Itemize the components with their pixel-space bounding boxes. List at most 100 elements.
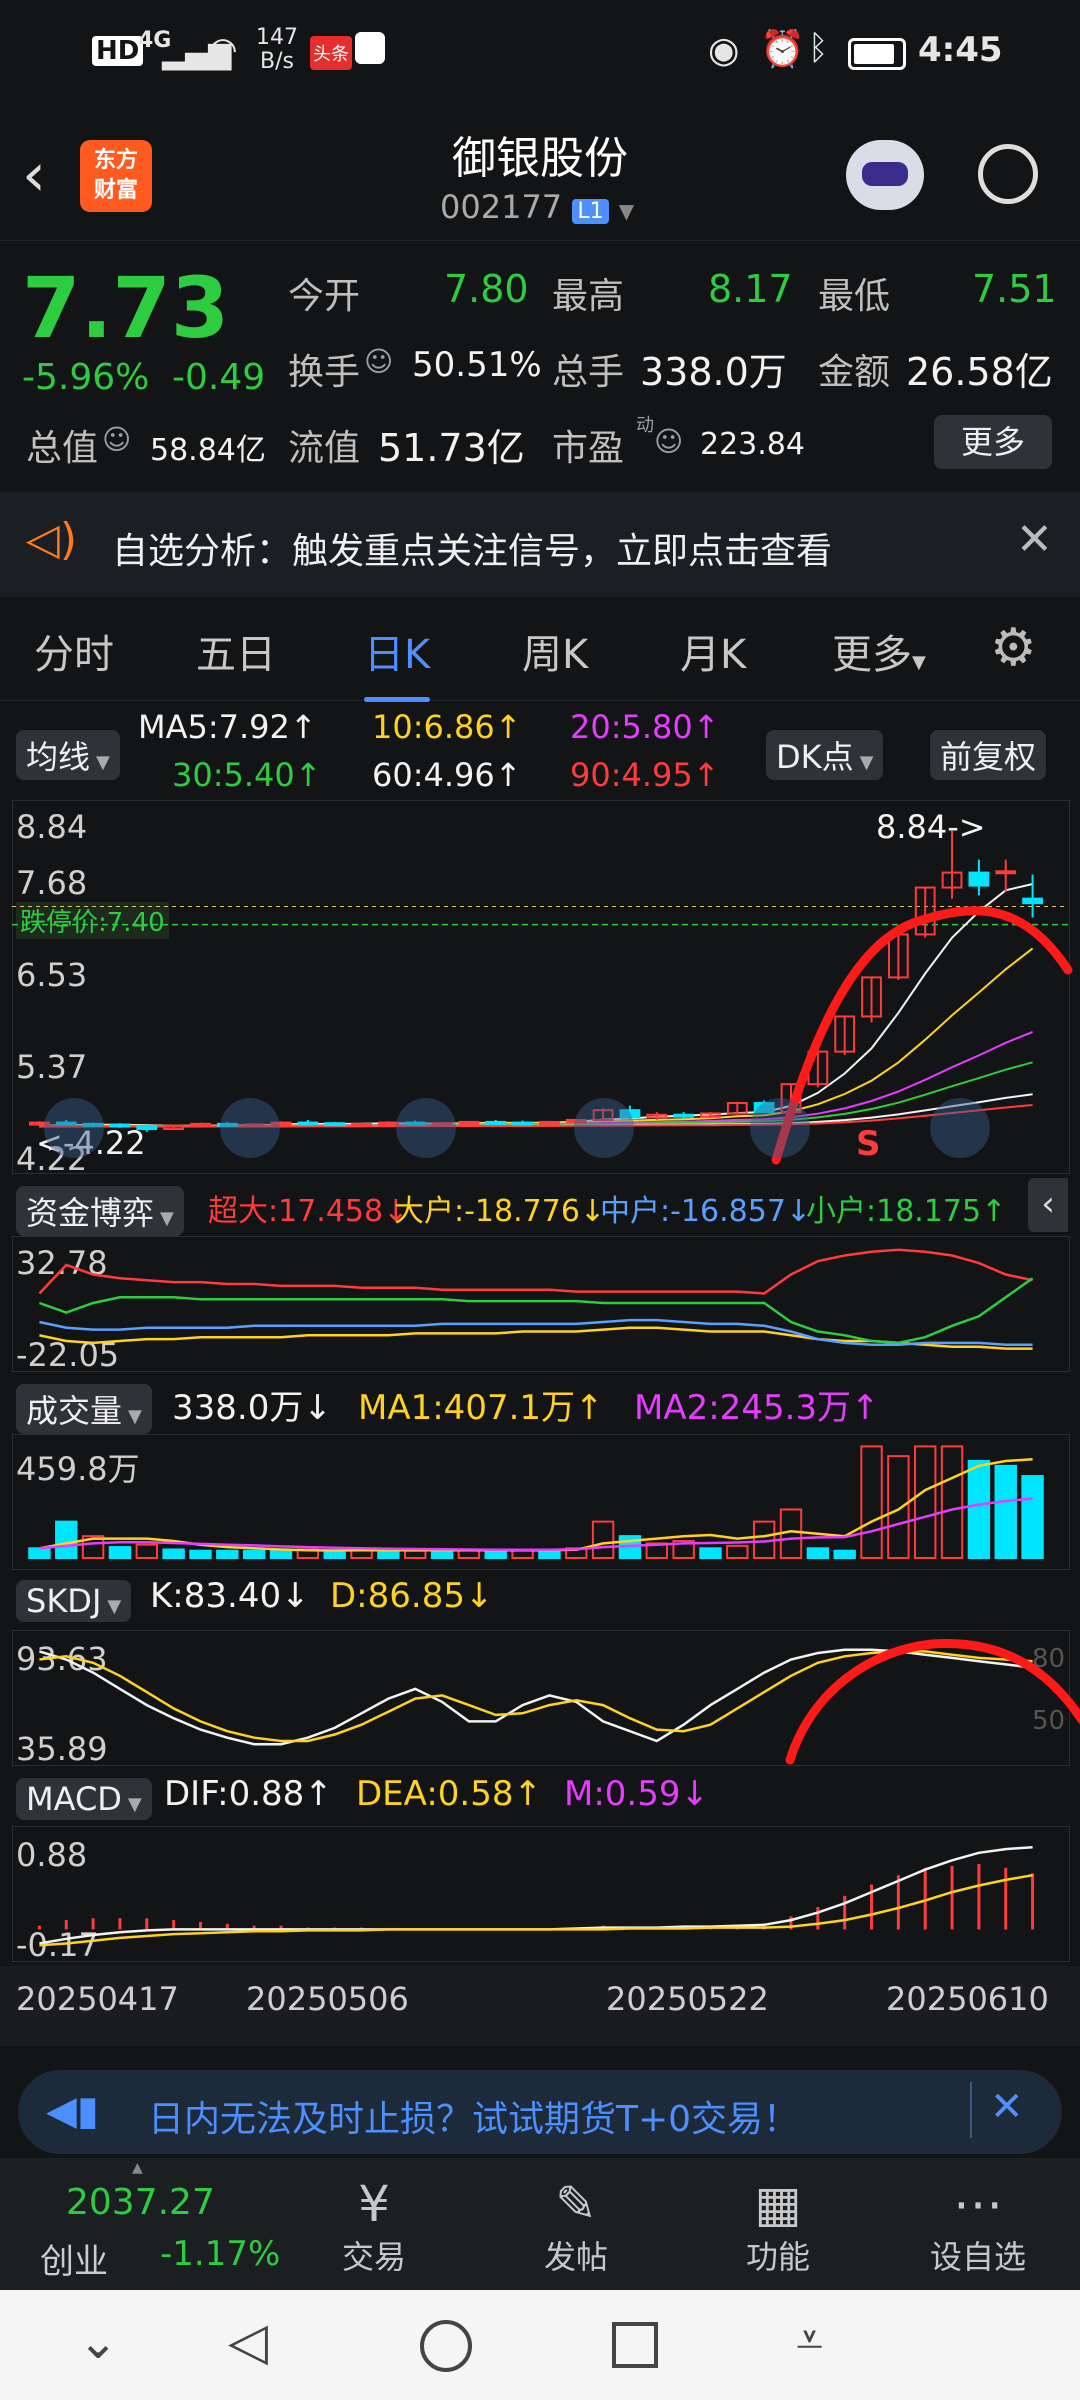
robot-assistant-icon[interactable] <box>846 140 924 210</box>
volume-chart <box>28 1445 1044 1560</box>
index-value: 2037.27 <box>66 2182 215 2223</box>
ma-selector[interactable]: 均线 ▼ <box>16 730 120 780</box>
volume-bar <box>269 1549 293 1559</box>
nav-post[interactable]: ✎ 发帖 <box>516 2176 636 2278</box>
series-line <box>39 1648 1033 1746</box>
total-cap-label: 总值 <box>26 428 99 469</box>
index-ticker[interactable]: ▲ 2037.27 创业 -1.17% <box>0 2158 280 2290</box>
nav-add-watchlist[interactable]: ⋯ 设自选 <box>918 2176 1038 2278</box>
tab-intraday[interactable]: 分时 <box>34 622 114 680</box>
volume-bar <box>323 1549 346 1559</box>
nav-functions[interactable]: ▦ 功能 <box>718 2176 838 2278</box>
stock-code-row[interactable]: 002177 L1 ▼ <box>440 188 634 226</box>
volume-bar <box>189 1549 212 1559</box>
pe-info-icon[interactable]: ☺ <box>654 425 683 458</box>
scroll-left-button[interactable] <box>574 1098 634 1158</box>
series-line <box>38 1277 1034 1345</box>
yen-icon: ¥ <box>358 2175 390 2233</box>
float-cap: 51.73亿 <box>378 426 525 470</box>
back-triangle-icon[interactable]: ◁ <box>228 2312 268 2372</box>
candle-body <box>485 1120 507 1125</box>
period-tabs: 分时 五日 日K 周K 月K 更多▼ ⚙ <box>0 600 1080 702</box>
recents-square-icon[interactable] <box>612 2322 658 2368</box>
open-value: 7.80 <box>444 267 529 311</box>
pe-superscript: 动 <box>636 415 654 436</box>
volume-bar <box>404 1549 427 1559</box>
low-label: 最低 <box>818 276 891 317</box>
volume-ma2: MA2:245.3万↑ <box>634 1388 880 1428</box>
tab-weekly-k[interactable]: 周K <box>522 622 588 680</box>
eastmoney-logo[interactable]: 东方 财富 <box>80 140 152 212</box>
more-dots-icon: ⋯ <box>953 2175 1003 2233</box>
close-banner-icon[interactable]: ✕ <box>990 2084 1024 2130</box>
fullscreen-button[interactable] <box>930 1098 990 1158</box>
fund-selector[interactable]: 资金博弈 ▼ <box>16 1186 184 1236</box>
skdj-selector[interactable]: SKDJ ▼ <box>16 1580 132 1622</box>
alarm-icon: ⏰ <box>760 29 805 70</box>
zoom-out-button[interactable] <box>44 1098 104 1158</box>
total-cap: 58.84亿 <box>150 433 266 468</box>
candle-body <box>297 1121 319 1126</box>
tab-daily-k[interactable]: 日K <box>364 622 431 702</box>
more-button[interactable]: 更多 <box>934 415 1052 469</box>
notice-bar[interactable]: ◁) 自选分析：触发重点关注信号，立即点击查看 ✕ <box>0 492 1080 597</box>
collapse-arrow-icon[interactable]: ‹ <box>1028 1178 1068 1232</box>
divider <box>970 2082 972 2138</box>
macd-selector[interactable]: MACD ▼ <box>16 1778 152 1820</box>
settings-gear-icon[interactable]: ⚙ <box>990 618 1037 678</box>
nav-functions-label: 功能 <box>745 2238 810 2276</box>
chevron-down-icon: ▼ <box>618 199 635 223</box>
back-icon[interactable]: ‹ <box>22 140 46 210</box>
float-cap-label: 流值 <box>288 428 361 469</box>
hide-keyboard-icon[interactable]: ⌄ <box>78 2314 118 2370</box>
nav-trade[interactable]: ¥ 交易 <box>314 2176 434 2278</box>
nav-trade-label: 交易 <box>341 2238 406 2276</box>
turnover-rate: 50.51% <box>412 345 542 385</box>
stock-name: 御银股份 <box>452 133 628 184</box>
volume-bar <box>994 1464 1017 1559</box>
volume-selector[interactable]: 成交量 ▼ <box>16 1384 152 1434</box>
clock: 4:45 <box>918 30 1003 70</box>
macd-dea-label: DEA:0.58↑ <box>356 1774 542 1814</box>
candle-body <box>190 1122 211 1127</box>
nav-post-label: 发帖 <box>543 2238 608 2276</box>
x-axis: 20250417 20250506 20250522 20250610 <box>0 1966 1080 2046</box>
tab-monthly-k[interactable]: 月K <box>680 622 746 680</box>
info-icon[interactable]: ☺ <box>102 423 131 456</box>
minus-button[interactable] <box>220 1098 280 1158</box>
dk-point-button[interactable]: DK点 ▼ <box>766 730 884 780</box>
candle-body <box>458 1120 480 1125</box>
home-circle-icon[interactable] <box>420 2320 472 2372</box>
close-icon[interactable]: ✕ <box>1016 514 1053 565</box>
volume-bar <box>833 1549 856 1559</box>
candle-body <box>673 1113 695 1118</box>
banner-text: 日内无法及时止损？试试期货T+0交易！ <box>148 2099 800 2140</box>
ma-line <box>39 883 1033 1128</box>
volume-bar <box>591 1520 615 1559</box>
turnover-rate-label: 换手 <box>288 352 361 393</box>
candle-body <box>512 1121 533 1126</box>
volume-bar <box>430 1549 454 1559</box>
tab-more[interactable]: 更多▼ <box>832 622 926 680</box>
ma5-label: MA5:7.92↑ <box>138 708 317 746</box>
skdj-d-label: D:86.85↓ <box>330 1576 494 1616</box>
turnover-info-icon[interactable]: ☺ <box>364 345 393 378</box>
volume-ma-line <box>39 1458 1033 1552</box>
tab-five-day[interactable]: 五日 <box>196 622 276 680</box>
volume-bar <box>967 1459 991 1560</box>
futures-banner[interactable]: ◀▮ 日内无法及时止损？试试期货T+0交易！ ✕ <box>18 2070 1062 2154</box>
scroll-right-button[interactable] <box>750 1098 810 1158</box>
megaphone-icon: ◀▮ <box>46 2088 99 2134</box>
index-change: -1.17% <box>160 2234 281 2274</box>
candle-body <box>136 1125 158 1131</box>
macd-chart <box>37 1845 1035 1947</box>
candle-body <box>109 1123 131 1128</box>
search-icon[interactable] <box>978 144 1038 204</box>
ma-line <box>39 947 1034 1128</box>
candle-body <box>377 1121 399 1126</box>
volume-bar <box>538 1549 561 1559</box>
adjust-mode-button[interactable]: 前复权 <box>930 730 1047 780</box>
plus-button[interactable] <box>396 1098 456 1158</box>
notification-pull-icon[interactable]: ⩡ <box>796 2312 823 2369</box>
x-tick: 20250522 <box>606 1980 769 2018</box>
